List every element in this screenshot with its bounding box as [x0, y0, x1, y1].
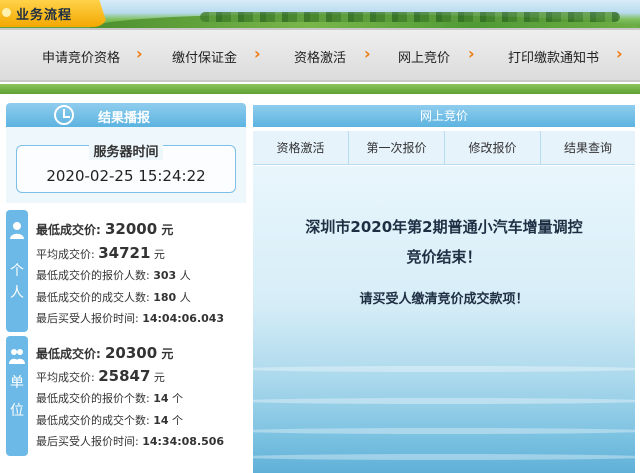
company-avg-price: 25847 [98, 367, 151, 385]
personal-last-time-row: 最后买受人报价时间: 14:04:06.043 [36, 312, 225, 325]
chevron-right-icon: › [254, 44, 261, 63]
group-icon [9, 349, 25, 364]
tag-dot-icon [2, 8, 11, 17]
step-pay-deposit[interactable]: 缴付保证金 [172, 47, 237, 66]
personal-lowest-price-row: 最低成交价: 32000 元 [36, 220, 174, 238]
company-winners-count: 14 [153, 414, 169, 427]
personal-winners-count: 180 [153, 291, 177, 304]
step-online-bidding[interactable]: 网上竞价 [398, 47, 450, 66]
personal-bidders-count: 303 [153, 269, 177, 282]
tab-activate-qualification[interactable]: 资格激活 [253, 131, 349, 165]
company-side-label-2: 位 [10, 403, 24, 419]
clock-icon [54, 105, 74, 125]
section-tag: 业务流程 [0, 0, 108, 27]
section-title: 业务流程 [16, 8, 73, 23]
chevron-right-icon: › [616, 44, 623, 63]
step-print-payment-notice[interactable]: 打印缴款通知书 [508, 47, 599, 66]
top-banner: 业务流程 [0, 0, 640, 28]
water-wave [253, 428, 635, 434]
chevron-right-icon: › [364, 44, 371, 63]
company-last-time-row: 最后买受人报价时间: 14:34:08.506 [36, 435, 225, 448]
personal-winners-row: 最低成交价的成交人数: 180 人 [36, 291, 191, 304]
personal-lowest-price: 32000 [105, 220, 158, 238]
company-bidders-count: 14 [153, 392, 169, 405]
personal-side-label-1: 个 [10, 263, 24, 279]
water-wave [253, 398, 635, 404]
payment-reminder-message: 请买受人缴清竞价成交款项！ [359, 292, 529, 307]
chevron-right-icon: › [136, 44, 143, 63]
water-wave [253, 366, 635, 372]
company-avg-price-row: 平均成交价: 25847 元 [36, 367, 165, 385]
divider-grass [0, 84, 640, 94]
company-lowest-price-row: 最低成交价: 20300 元 [36, 344, 174, 362]
online-bidding-header: 网上竞价 [253, 105, 635, 127]
process-nav: 申请竞价资格 › 缴付保证金 › 资格激活 › 网上竞价 › 打印缴款通知书 › [0, 28, 640, 82]
results-broadcast-title: 结果播报 [98, 111, 151, 126]
bidding-tabs: 资格激活 第一次报价 修改报价 结果查询 [253, 131, 635, 165]
tab-result-query[interactable]: 结果查询 [541, 131, 635, 165]
step-apply-qualification[interactable]: 申请竞价资格 [42, 47, 120, 66]
personal-last-time: 14:04:06.043 [142, 312, 225, 325]
banner-trees-image [200, 12, 620, 22]
personal-bidders-row: 最低成交价的报价人数: 303 人 [36, 269, 191, 282]
person-icon [10, 222, 24, 239]
company-lowest-price: 20300 [105, 344, 158, 362]
water-wave [253, 454, 635, 460]
server-time-label: 服务器时间 [6, 141, 246, 160]
company-results: 单 位 最低成交价: 20300 元 平均成交价: 25847 元 最低成交价的… [6, 336, 246, 456]
step-activate-qualification[interactable]: 资格激活 [294, 47, 346, 66]
bidding-end-message-line2: 竞价结束！ [406, 248, 482, 266]
personal-avg-price: 34721 [98, 244, 151, 262]
chevron-right-icon: › [468, 44, 475, 63]
tab-first-bid[interactable]: 第一次报价 [349, 131, 445, 165]
server-time-box: 服务器时间 2020-02-25 15:24:22 [6, 127, 246, 203]
personal-avg-price-row: 平均成交价: 34721 元 [36, 244, 165, 262]
personal-side-label-2: 人 [10, 285, 24, 301]
results-broadcast-header: 结果播报 [6, 103, 246, 127]
bidding-message-area: 深圳市2020年第2期普通小汽车增量调控 竞价结束！ 请买受人缴清竞价成交款项！ [253, 166, 635, 473]
company-bidders-row: 最低成交价的报价个数: 14 个 [36, 392, 184, 405]
personal-results: 个 人 最低成交价: 32000 元 平均成交价: 34721 元 最低成交价的… [6, 210, 246, 332]
bidding-end-message-line1: 深圳市2020年第2期普通小汽车增量调控 [305, 218, 583, 236]
company-last-time: 14:34:08.506 [142, 435, 225, 448]
tab-modify-bid[interactable]: 修改报价 [445, 131, 541, 165]
company-side-tab: 单 位 [6, 336, 28, 456]
server-time-value: 2020-02-25 15:24:22 [46, 167, 206, 185]
company-winners-row: 最低成交价的成交个数: 14 个 [36, 414, 184, 427]
company-side-label-1: 单 [10, 375, 24, 391]
personal-side-tab: 个 人 [6, 210, 28, 332]
